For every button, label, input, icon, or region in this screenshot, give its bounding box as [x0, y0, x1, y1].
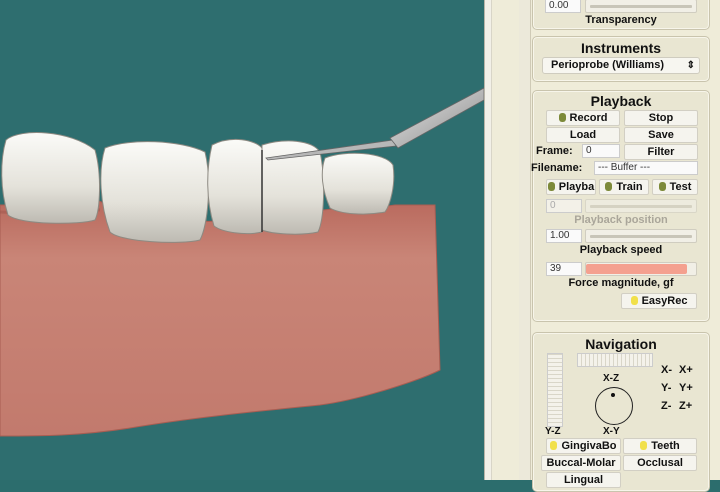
3d-viewport[interactable]: [0, 0, 484, 480]
z-minus-button[interactable]: Z-: [661, 400, 671, 412]
xy-label: X-Y: [603, 426, 620, 437]
horizontal-pan-slider[interactable]: [577, 353, 653, 367]
speed-value[interactable]: 1.00: [546, 229, 582, 243]
gingiva: [0, 198, 441, 437]
position-value: 0: [546, 199, 582, 213]
canine: [321, 152, 395, 215]
instrument-select-value: Perioprobe (Williams): [551, 59, 664, 71]
filename-label: Filename:: [531, 162, 583, 174]
molar-1: [1, 132, 101, 224]
instruments-group: Instruments Perioprobe (Williams) ⇕: [532, 36, 710, 82]
playback-group: Playback Record Stop Load Save Frame: 0 …: [531, 90, 710, 322]
transparency-value[interactable]: 0.00: [545, 0, 581, 13]
y-minus-button[interactable]: Y-: [661, 382, 671, 394]
transparency-group: 0.00 Transparency: [532, 0, 710, 30]
speed-label: Playback speed: [579, 244, 663, 256]
force-label: Force magnitude, gf: [568, 277, 674, 289]
filter-button[interactable]: Filter: [624, 144, 698, 160]
easyrec-button[interactable]: EasyRec: [621, 293, 697, 309]
force-value: 39: [546, 262, 582, 276]
train-button[interactable]: Train: [599, 179, 649, 195]
z-plus-button[interactable]: Z+: [679, 400, 692, 412]
panel-scroll-gutter[interactable]: [519, 0, 531, 480]
gingiva-led-icon: [550, 441, 558, 450]
navigation-title: Navigation: [585, 336, 657, 352]
record-led-icon: [558, 113, 566, 122]
frame-field[interactable]: 0: [582, 144, 620, 158]
gingiva-toggle[interactable]: GingivaBo: [546, 438, 621, 454]
dental-scene[interactable]: [0, 0, 484, 480]
teeth-toggle[interactable]: Teeth: [623, 438, 697, 454]
load-button[interactable]: Load: [546, 127, 620, 143]
frame-label: Frame:: [536, 145, 573, 157]
rotation-trackball[interactable]: [595, 387, 633, 425]
position-slider: [585, 199, 697, 213]
train-led-icon: [605, 182, 613, 191]
navigation-group: Navigation X-Z X-Y Y-Z X- X+ Y- Y+ Z- Z+…: [532, 332, 710, 492]
occlusal-button[interactable]: Occlusal: [623, 455, 697, 471]
xz-label: X-Z: [603, 373, 620, 384]
instrument-select[interactable]: Perioprobe (Williams) ⇕: [542, 57, 700, 74]
playback-title: Playback: [590, 93, 652, 109]
select-arrow-icon: ⇕: [686, 60, 695, 71]
vertical-zoom-slider[interactable]: [547, 353, 563, 427]
filename-field[interactable]: --- Buffer ---: [594, 161, 698, 175]
y-plus-button[interactable]: Y+: [679, 382, 693, 394]
record-button[interactable]: Record: [546, 110, 620, 126]
stop-button[interactable]: Stop: [624, 110, 698, 126]
playback-button[interactable]: Playba: [546, 179, 596, 195]
force-bar: [585, 262, 697, 276]
speed-slider[interactable]: [585, 229, 697, 243]
premolar-1: [207, 138, 267, 235]
trackball-dot-icon: [611, 393, 615, 397]
lingual-button[interactable]: Lingual: [546, 472, 621, 488]
save-button[interactable]: Save: [624, 127, 698, 143]
buccal-molar-button[interactable]: Buccal-Molar: [541, 455, 621, 471]
playback-led-icon: [547, 182, 555, 191]
transparency-label: Transparency: [585, 14, 657, 26]
easyrec-led-icon: [630, 296, 638, 305]
molar-2: [100, 141, 210, 243]
test-led-icon: [658, 182, 666, 191]
position-label: Playback position: [574, 214, 668, 226]
splitter-handle[interactable]: [484, 0, 492, 480]
transparency-slider[interactable]: [585, 0, 697, 13]
x-plus-button[interactable]: X+: [679, 364, 693, 376]
teeth-led-icon: [640, 441, 648, 450]
x-minus-button[interactable]: X-: [661, 364, 672, 376]
instruments-title: Instruments: [580, 40, 662, 56]
yz-label: Y-Z: [545, 426, 561, 437]
force-bar-fill: [586, 264, 688, 274]
test-button[interactable]: Test: [652, 179, 698, 195]
